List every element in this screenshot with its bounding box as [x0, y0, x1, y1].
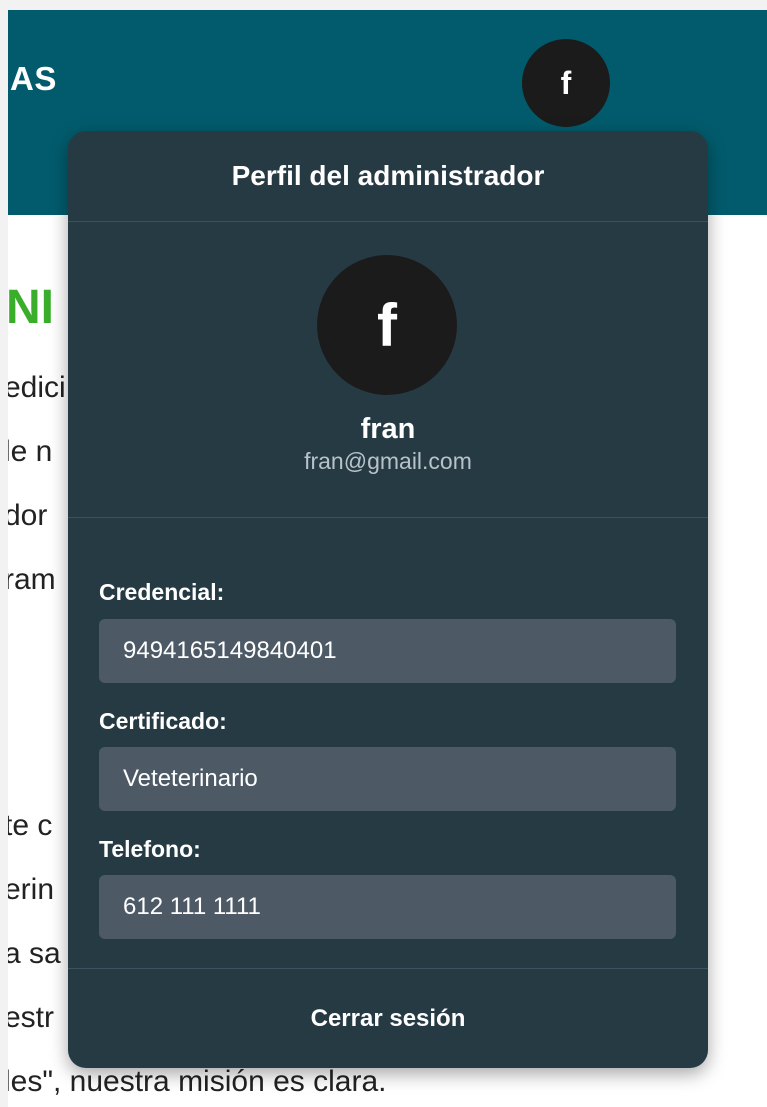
certificate-field[interactable]: Veteterinario — [99, 747, 676, 811]
credential-label: Credencial: — [99, 579, 225, 605]
paragraph-line: dor — [8, 499, 48, 532]
intro-paragraph: edici le n dor ram — [8, 356, 66, 612]
avatar: f — [317, 255, 457, 395]
profile-fields: Credencial: 9494165149840401 Certificado… — [68, 518, 708, 969]
user-summary: f fran fran@gmail.com — [68, 222, 708, 518]
popover-header: Perfil del administrador — [68, 131, 708, 222]
certificate-label: Certificado: — [99, 708, 227, 734]
phone-label: Telefono: — [99, 836, 201, 862]
phone-field[interactable]: 612 111 1111 — [99, 875, 676, 939]
popover-title: Perfil del administrador — [231, 160, 545, 191]
profile-avatar-button[interactable]: f — [522, 39, 610, 127]
hero-title: NI — [8, 281, 54, 334]
user-email: fran@gmail.com — [304, 448, 472, 474]
site-brand[interactable]: AS — [10, 60, 57, 98]
paragraph-line: ram — [8, 563, 56, 596]
logout-button[interactable]: Cerrar sesión — [68, 969, 708, 1068]
user-name: fran — [360, 413, 416, 445]
credential-field[interactable]: 9494165149840401 — [99, 619, 676, 683]
profile-popover: Perfil del administrador f fran fran@gma… — [68, 131, 708, 1068]
paragraph-line: edici — [8, 371, 66, 404]
paragraph-line: le n — [8, 435, 53, 468]
